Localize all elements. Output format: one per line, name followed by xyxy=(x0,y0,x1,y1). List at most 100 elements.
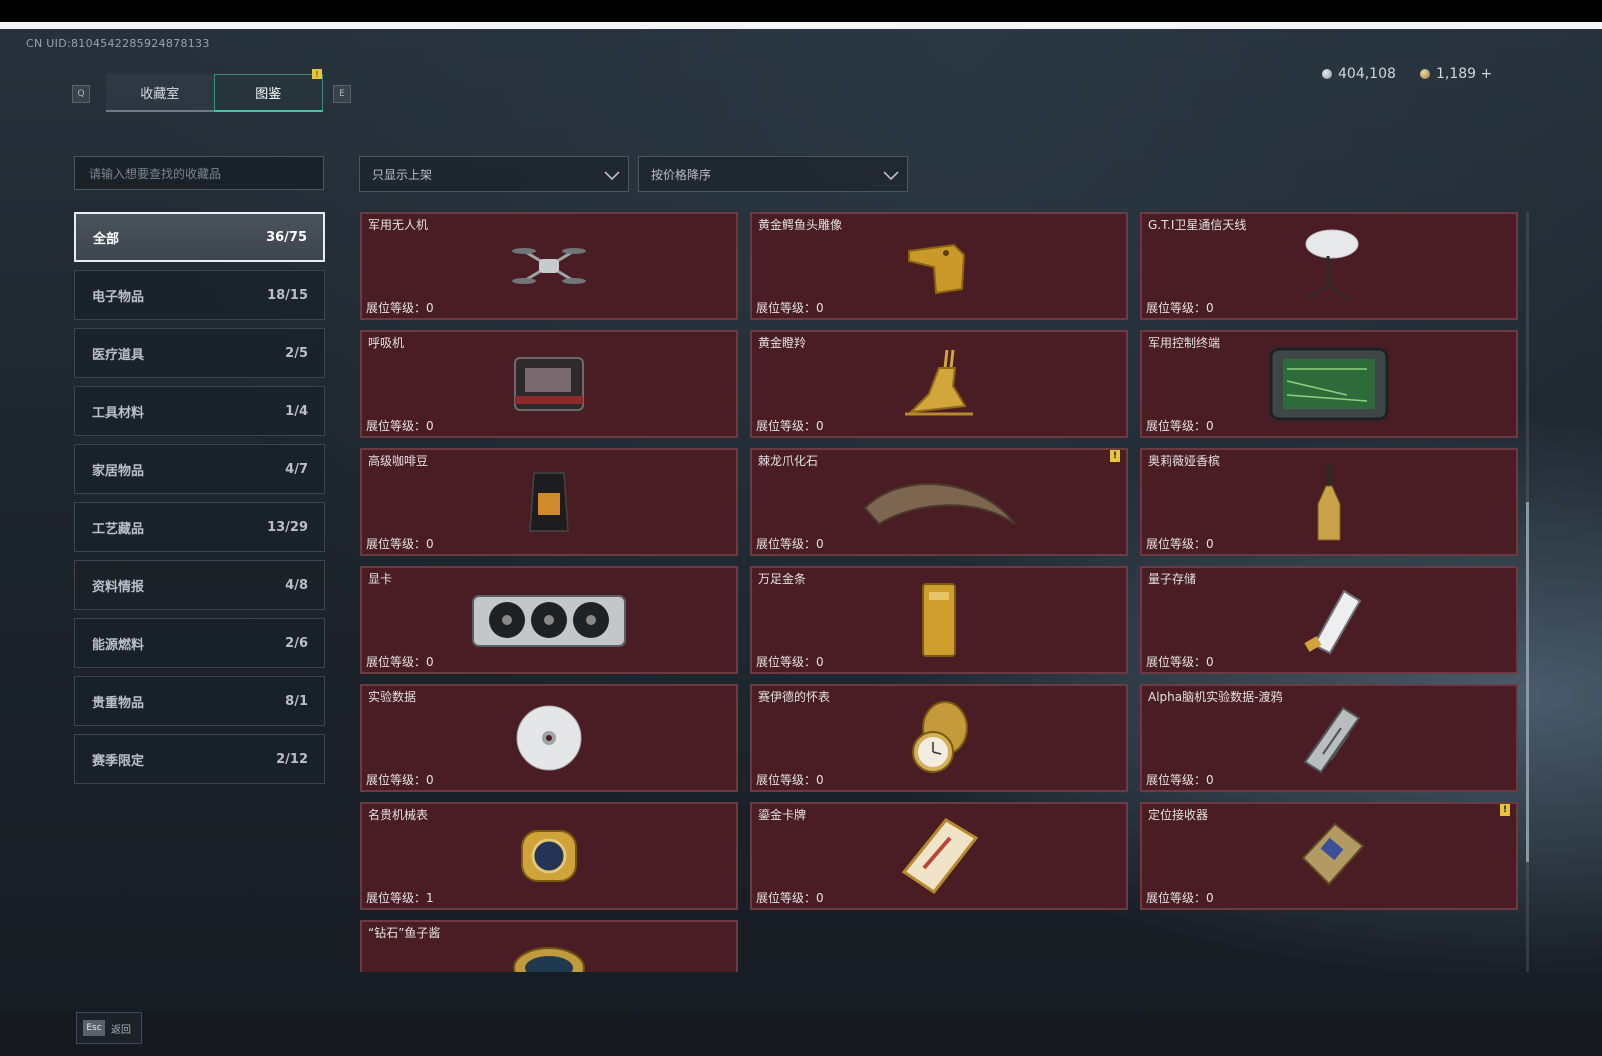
collection-item-card[interactable]: G.T.I卫星通信天线 展位等级：0 xyxy=(1140,212,1518,320)
next-tab-key[interactable]: E xyxy=(333,85,351,103)
level-value: 0 xyxy=(816,891,824,905)
level-value: 1 xyxy=(426,891,434,905)
scrollbar-thumb[interactable] xyxy=(1526,502,1529,862)
item-name: 实验数据 xyxy=(368,690,417,704)
level-prefix: 展位等级： xyxy=(756,419,817,433)
wristwatch-icon xyxy=(521,830,577,882)
collection-item-card[interactable]: 万足金条 展位等级：0 xyxy=(750,566,1128,674)
item-name: Alpha脑机实验数据-渡鸦 xyxy=(1148,690,1283,704)
item-level: 展位等级：0 xyxy=(1146,771,1214,788)
chevron-down-icon xyxy=(883,171,899,181)
collection-item-card[interactable]: 军用无人机 展位等级：0 xyxy=(360,212,738,320)
category-all[interactable]: 全部 36/75 xyxy=(74,212,325,262)
item-level: 展位等级：0 xyxy=(1146,299,1214,316)
collection-item-card[interactable]: 鎏金卡牌 展位等级：0 xyxy=(750,802,1128,910)
level-prefix: 展位等级： xyxy=(756,655,817,669)
item-level: 展位等级：0 xyxy=(366,771,434,788)
category-valuables[interactable]: 贵重物品 8/1 xyxy=(74,676,325,726)
sort-dropdown[interactable]: 按价格降序 xyxy=(638,156,908,192)
disc-icon xyxy=(516,705,582,771)
collection-item-card[interactable]: 名贵机械表 展位等级：1 xyxy=(360,802,738,910)
tab-collection-room[interactable]: 收藏室 xyxy=(106,74,214,112)
silver-coin-icon xyxy=(1322,69,1332,79)
drone-icon xyxy=(512,248,586,284)
level-value: 0 xyxy=(426,655,434,669)
collection-item-card[interactable]: 黄金鳄鱼头雕像 展位等级：0 xyxy=(750,212,1128,320)
collection-grid: 军用无人机 展位等级：0 黄金鳄鱼头雕像 展位等级：0 G.T.I卫星通信天线 xyxy=(360,212,1521,972)
item-name: 军用控制终端 xyxy=(1148,336,1221,350)
item-name: 赛伊德的怀表 xyxy=(758,690,831,704)
currency-silver-value: 404,108 xyxy=(1338,66,1396,82)
category-crafts[interactable]: 工艺藏品 13/29 xyxy=(74,502,325,552)
category-medical[interactable]: 医疗道具 2/5 xyxy=(74,328,325,378)
esc-key: Esc xyxy=(83,1020,105,1036)
currency-gold-value: 1,189 + xyxy=(1436,66,1493,82)
level-prefix: 展位等级： xyxy=(756,773,817,787)
category-electronics[interactable]: 电子物品 18/15 xyxy=(74,270,325,320)
level-prefix: 展位等级： xyxy=(756,537,817,551)
top-black-bar xyxy=(0,0,1602,22)
collection-item-card[interactable]: 奥莉薇娅香槟 展位等级：0 xyxy=(1140,448,1518,556)
collection-item-card[interactable]: 显卡 展位等级：0 xyxy=(360,566,738,674)
level-prefix: 展位等级： xyxy=(366,773,427,787)
collection-search-input[interactable]: 请输入想要查找的收藏品 xyxy=(74,156,324,190)
category-count: 13/29 xyxy=(267,519,308,535)
category-count: 1/4 xyxy=(285,403,308,419)
level-prefix: 展位等级： xyxy=(1146,773,1207,787)
category-label: 医疗道具 xyxy=(92,347,145,363)
level-value: 0 xyxy=(816,655,824,669)
category-count: 2/12 xyxy=(276,751,308,767)
level-prefix: 展位等级： xyxy=(1146,655,1207,669)
collection-item-card[interactable]: 高级咖啡豆 展位等级：0 xyxy=(360,448,738,556)
item-name: G.T.I卫星通信天线 xyxy=(1148,218,1247,232)
level-prefix: 展位等级： xyxy=(366,655,427,669)
collection-item-card[interactable]: 定位接收器 ! 展位等级：0 xyxy=(1140,802,1518,910)
grid-scrollbar[interactable] xyxy=(1526,212,1529,972)
collection-item-card[interactable]: 棘龙爪化石 ! 展位等级：0 xyxy=(750,448,1128,556)
pocket-watch-icon xyxy=(912,701,968,773)
collection-screen: CN UID:8104542285924878133 Q 收藏室 图鉴 ! E … xyxy=(0,29,1602,1056)
item-level: 展位等级：0 xyxy=(366,299,434,316)
category-tools[interactable]: 工具材料 1/4 xyxy=(74,386,325,436)
item-name: 名贵机械表 xyxy=(368,808,429,822)
filter-dropdown[interactable]: 只显示上架 xyxy=(359,156,629,192)
collection-item-card[interactable]: Alpha脑机实验数据-渡鸦 展位等级：0 xyxy=(1140,684,1518,792)
collection-item-card[interactable]: 量子存储 展位等级：0 xyxy=(1140,566,1518,674)
back-label: 返回 xyxy=(111,1024,131,1036)
level-prefix: 展位等级： xyxy=(366,419,427,433)
coffee-bag-icon xyxy=(529,472,569,532)
category-count: 4/8 xyxy=(285,577,308,593)
item-level: 展位等级：0 xyxy=(1146,535,1214,552)
item-name: “钻石”鱼子酱 xyxy=(368,926,441,940)
gpu-icon xyxy=(472,595,626,647)
gold-coin-icon xyxy=(1420,69,1430,79)
level-prefix: 展位等级： xyxy=(366,537,427,551)
item-level: 展位等级：0 xyxy=(756,299,824,316)
collection-item-card[interactable]: 军用控制终端 展位等级：0 xyxy=(1140,330,1518,438)
currency-gold[interactable]: 1,189 + xyxy=(1420,66,1492,82)
category-season[interactable]: 赛季限定 2/12 xyxy=(74,734,325,784)
item-name: 显卡 xyxy=(368,572,393,586)
collection-item-card[interactable]: 呼吸机 展位等级：0 xyxy=(360,330,738,438)
collection-item-card[interactable]: 实验数据 展位等级：0 xyxy=(360,684,738,792)
item-level: 展位等级：0 xyxy=(1146,417,1214,434)
category-intel[interactable]: 资料情报 4/8 xyxy=(74,560,325,610)
quantum-storage-icon xyxy=(1304,589,1362,655)
filter-dropdown-value: 只显示上架 xyxy=(372,167,433,182)
category-household[interactable]: 家居物品 4/7 xyxy=(74,444,325,494)
item-level: 展位等级：0 xyxy=(756,771,824,788)
level-value: 0 xyxy=(816,301,824,315)
tab-catalog[interactable]: 图鉴 ! xyxy=(213,69,323,112)
collection-item-card[interactable]: “钻石”鱼子酱 xyxy=(360,920,738,972)
level-prefix: 展位等级： xyxy=(1146,419,1207,433)
collection-item-card[interactable]: 黄金瞪羚 展位等级：0 xyxy=(750,330,1128,438)
champagne-icon xyxy=(1317,464,1341,541)
collection-item-card[interactable]: 赛伊德的怀表 展位等级：0 xyxy=(750,684,1128,792)
level-value: 0 xyxy=(1206,301,1214,315)
level-value: 0 xyxy=(816,773,824,787)
category-energy[interactable]: 能源燃料 2/6 xyxy=(74,618,325,668)
back-button[interactable]: Esc 返回 xyxy=(76,1012,142,1044)
prev-tab-key[interactable]: Q xyxy=(72,85,90,103)
chevron-down-icon xyxy=(604,171,620,181)
level-prefix: 展位等级： xyxy=(366,891,427,905)
